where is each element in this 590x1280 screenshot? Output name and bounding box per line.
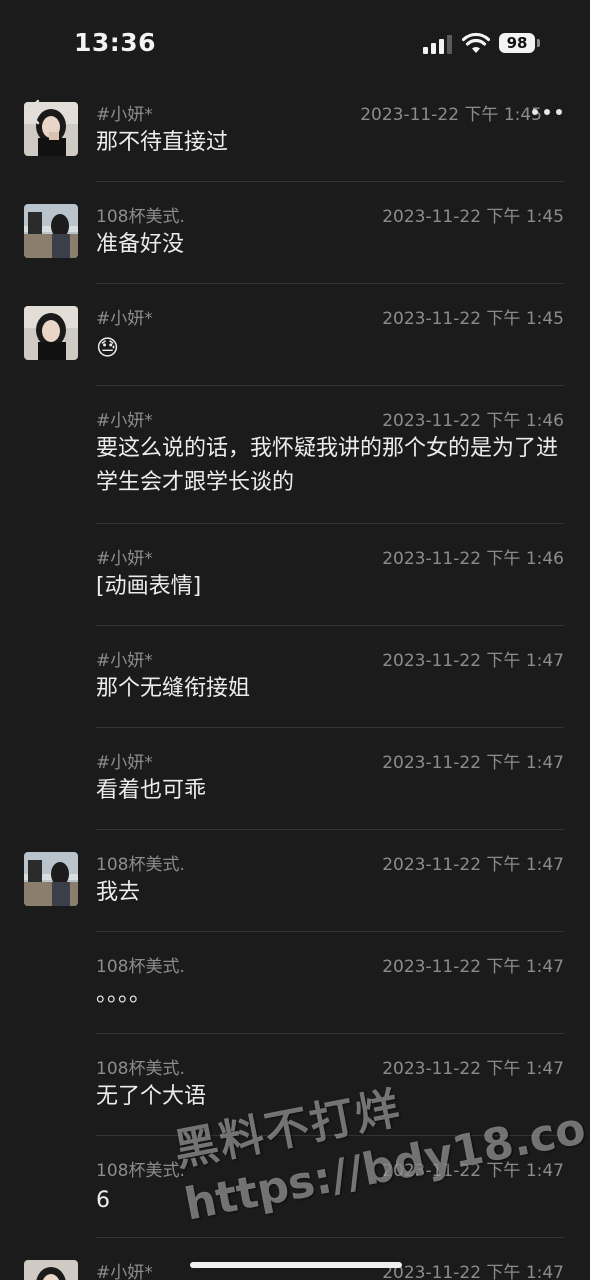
divider	[96, 181, 564, 182]
status-time: 13:36	[74, 28, 157, 57]
divider	[96, 385, 564, 386]
sender-name: #小妍*	[96, 309, 153, 329]
divider	[96, 931, 564, 932]
message-timestamp: 2023-11-22 下午 1:46	[382, 549, 564, 569]
battery-indicator: 98	[499, 33, 535, 53]
divider	[96, 523, 564, 524]
avatar[interactable]	[24, 852, 78, 906]
message-timestamp: 2023-11-22 下午 1:45	[382, 309, 564, 329]
divider	[96, 829, 564, 830]
message-text: 。。。。	[96, 982, 152, 1007]
sender-name: #小妍*	[96, 411, 153, 431]
sender-name: 108杯美式.	[96, 855, 185, 875]
chat-history-screen: 13:36 98 #小妍* 2023-11-22 下午 1:45 那不待直接过 …	[0, 0, 590, 1280]
message-timestamp: 2023-11-22 下午 1:47	[382, 1161, 564, 1181]
message-timestamp: 2023-11-22 下午 1:47	[382, 855, 564, 875]
message-timestamp: 2023-11-22 下午 1:45	[382, 207, 564, 227]
sender-name: #小妍*	[96, 1263, 153, 1280]
sender-name: #小妍*	[96, 549, 153, 569]
wifi-icon	[462, 32, 490, 53]
sender-name: 108杯美式.	[96, 957, 185, 977]
avatar[interactable]	[24, 1260, 78, 1280]
avatar[interactable]	[24, 204, 78, 258]
chevron-left-icon[interactable]	[22, 98, 44, 126]
sender-name: #小妍*	[96, 753, 153, 773]
message-timestamp: 2023-11-22 下午 1:47	[382, 651, 564, 671]
sender-name: 108杯美式.	[96, 207, 185, 227]
divider	[96, 283, 564, 284]
message-timestamp: 2023-11-22 下午 1:47	[382, 957, 564, 977]
sender-name: 108杯美式.	[96, 1161, 185, 1181]
sender-name: 108杯美式.	[96, 1059, 185, 1079]
message-timestamp: 2023-11-22 下午 1:45	[360, 105, 542, 125]
divider	[96, 1135, 564, 1136]
divider	[96, 625, 564, 626]
sender-name: #小妍*	[96, 105, 153, 125]
avatar[interactable]	[24, 306, 78, 360]
message-text: 要这么说的话，我怀疑我讲的那个女的是为了进学生会才跟学长谈的	[96, 436, 559, 495]
message-timestamp: 2023-11-22 下午 1:47	[382, 1059, 564, 1079]
message-timestamp: 2023-11-22 下午 1:47	[382, 753, 564, 773]
ellipsis-icon[interactable]	[530, 105, 564, 119]
message-text: 6	[96, 1188, 110, 1213]
message-text: 那个无缝衔接姐	[96, 676, 251, 701]
message-text: [动画表情]	[96, 574, 202, 599]
message-timestamp: 2023-11-22 下午 1:47	[382, 1263, 564, 1280]
status-bar: 13:36 98	[0, 0, 590, 90]
sender-name: #小妍*	[96, 651, 153, 671]
divider	[96, 1237, 564, 1238]
divider	[96, 727, 564, 728]
message-text: 无了个大语	[96, 1084, 207, 1109]
divider	[96, 1033, 564, 1034]
message-timestamp: 2023-11-22 下午 1:46	[382, 411, 564, 431]
message-text: 😓	[96, 336, 119, 361]
message-text: 那不待直接过	[96, 130, 229, 155]
message-text: 我去	[96, 880, 141, 905]
battery-tip	[537, 39, 540, 47]
home-indicator[interactable]	[190, 1262, 402, 1268]
message-text: 看着也可乖	[96, 778, 207, 803]
message-text: 准备好没	[96, 232, 185, 257]
cellular-signal-icon	[423, 34, 453, 54]
